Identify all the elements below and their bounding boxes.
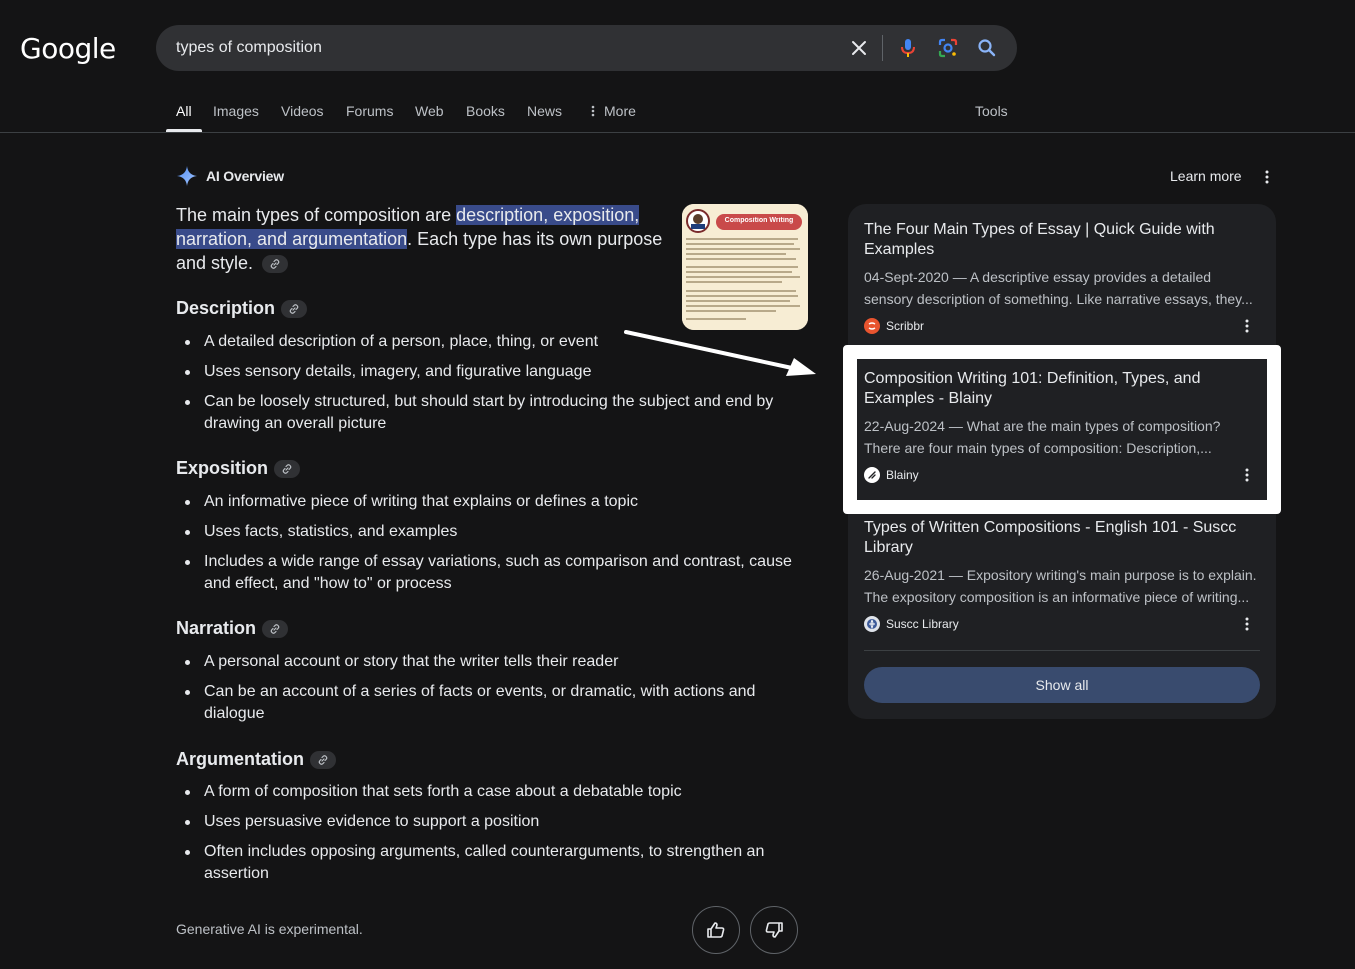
citation-link-chip[interactable] bbox=[262, 255, 289, 274]
section-heading-text: Description bbox=[176, 298, 276, 318]
source-thumbnail[interactable]: Composition Writing bbox=[682, 204, 808, 330]
source-title[interactable]: The Four Main Types of Essay | Quick Gui… bbox=[864, 220, 1260, 260]
citation-link-chip[interactable] bbox=[274, 459, 301, 478]
exposition-bullets: An informative piece of writing that exp… bbox=[176, 491, 806, 603]
list-item: A personal account or story that the wri… bbox=[176, 651, 776, 673]
tab-more[interactable]: More bbox=[590, 103, 636, 119]
active-tab-indicator bbox=[166, 129, 202, 132]
more-options-icon[interactable] bbox=[1258, 168, 1276, 186]
thumbs-up-icon bbox=[707, 922, 725, 938]
blainy-favicon-icon bbox=[864, 467, 880, 483]
search-tabs: All Images Videos Forums Web Books News … bbox=[0, 96, 1355, 133]
highlighted-source: Composition Writing 101: Definition, Typ… bbox=[843, 345, 1281, 514]
section-heading-description: Description bbox=[176, 298, 308, 319]
show-all-button[interactable]: Show all bbox=[864, 667, 1260, 703]
intro-text-before: The main types of composition are bbox=[176, 205, 457, 225]
more-vert-icon bbox=[591, 105, 595, 117]
sparkle-icon bbox=[177, 166, 197, 186]
source-site: Suscc Library bbox=[886, 617, 959, 631]
search-divider bbox=[882, 35, 883, 61]
source-title[interactable]: Composition Writing 101: Definition, Typ… bbox=[864, 369, 1260, 409]
thumbs-up-button[interactable] bbox=[692, 906, 740, 954]
list-item: Uses persuasive evidence to support a po… bbox=[176, 811, 776, 833]
tab-news[interactable]: News bbox=[527, 103, 562, 119]
tools-button[interactable]: Tools bbox=[975, 103, 1008, 119]
search-icon[interactable] bbox=[973, 34, 1001, 62]
thumbs-down-button[interactable] bbox=[750, 906, 798, 954]
more-options-icon[interactable] bbox=[1238, 317, 1256, 335]
tab-web[interactable]: Web bbox=[415, 103, 444, 119]
citation-link-chip[interactable] bbox=[281, 299, 308, 318]
link-icon bbox=[289, 303, 299, 314]
citation-link-chip[interactable] bbox=[262, 619, 289, 638]
suscc-favicon-icon bbox=[864, 616, 880, 632]
source-meta: Scribbr bbox=[864, 316, 1260, 336]
generative-ai-note: Generative AI is experimental. bbox=[176, 921, 363, 937]
section-heading-argumentation: Argumentation bbox=[176, 749, 336, 770]
list-item: An informative piece of writing that exp… bbox=[176, 491, 806, 513]
close-icon[interactable] bbox=[845, 34, 873, 62]
narration-bullets: A personal account or story that the wri… bbox=[176, 651, 776, 733]
section-heading-text: Narration bbox=[176, 618, 257, 638]
section-heading-exposition: Exposition bbox=[176, 458, 301, 479]
link-icon bbox=[270, 623, 280, 634]
link-icon bbox=[270, 259, 280, 270]
source-item[interactable]: The Four Main Types of Essay | Quick Gui… bbox=[864, 220, 1260, 336]
source-meta: Blainy bbox=[864, 465, 1260, 485]
thumbnail-caption: Composition Writing bbox=[724, 217, 794, 224]
annotation-arrow bbox=[624, 330, 816, 376]
section-heading-narration: Narration bbox=[176, 618, 289, 639]
search-bar bbox=[156, 25, 1017, 71]
list-item: Uses facts, statistics, and examples bbox=[176, 521, 806, 543]
list-item: Includes a wide range of essay variation… bbox=[176, 551, 806, 595]
camera-lens-icon[interactable] bbox=[934, 34, 962, 62]
more-options-icon[interactable] bbox=[1238, 466, 1256, 484]
list-item: Can be an account of a series of facts o… bbox=[176, 681, 776, 725]
source-snippet: 26-Aug-2021 — Expository writing's main … bbox=[864, 567, 1257, 605]
link-icon bbox=[282, 463, 292, 474]
argumentation-bullets: A form of composition that sets forth a … bbox=[176, 781, 776, 893]
source-site: Scribbr bbox=[886, 319, 925, 333]
card-divider bbox=[864, 650, 1260, 651]
ai-overview-header: AI Overview bbox=[176, 164, 284, 188]
source-title[interactable]: Types of Written Compositions - English … bbox=[864, 518, 1260, 558]
link-icon bbox=[318, 754, 328, 765]
source-snippet: 04-Sept-2020 — A descriptive essay provi… bbox=[864, 269, 1253, 307]
citation-link-chip[interactable] bbox=[310, 750, 336, 769]
thumbs-down-icon bbox=[765, 922, 783, 938]
source-item[interactable]: Composition Writing 101: Definition, Typ… bbox=[864, 369, 1260, 485]
list-item: Often includes opposing arguments, calle… bbox=[176, 841, 776, 885]
source-snippet: 22-Aug-2024 — What are the main types of… bbox=[864, 418, 1221, 456]
ai-overview-title: AI Overview bbox=[206, 168, 284, 184]
mic-icon[interactable] bbox=[894, 34, 922, 62]
tab-more-label: More bbox=[604, 103, 636, 119]
tab-videos[interactable]: Videos bbox=[281, 103, 324, 119]
tab-books[interactable]: Books bbox=[466, 103, 505, 119]
tab-all[interactable]: All bbox=[176, 103, 192, 119]
search-input[interactable] bbox=[176, 37, 816, 59]
source-meta: Suscc Library bbox=[864, 614, 1260, 634]
more-options-icon[interactable] bbox=[1238, 615, 1256, 633]
list-item: Can be loosely structured, but should st… bbox=[176, 391, 786, 435]
list-item: A form of composition that sets forth a … bbox=[176, 781, 776, 803]
ai-overview-intro: The main types of composition are descri… bbox=[176, 203, 666, 275]
section-heading-text: Exposition bbox=[176, 458, 269, 478]
learn-more-link[interactable]: Learn more bbox=[1170, 168, 1242, 184]
tab-forums[interactable]: Forums bbox=[346, 103, 393, 119]
search-results-page: Google types of composition All Images V… bbox=[0, 0, 1355, 969]
google-logo[interactable]: Google bbox=[20, 32, 116, 65]
section-heading-text: Argumentation bbox=[176, 749, 304, 769]
source-site: Blainy bbox=[886, 468, 919, 482]
source-item[interactable]: Types of Written Compositions - English … bbox=[864, 518, 1260, 634]
scribbr-favicon-icon bbox=[864, 318, 880, 334]
tab-images[interactable]: Images bbox=[213, 103, 259, 119]
